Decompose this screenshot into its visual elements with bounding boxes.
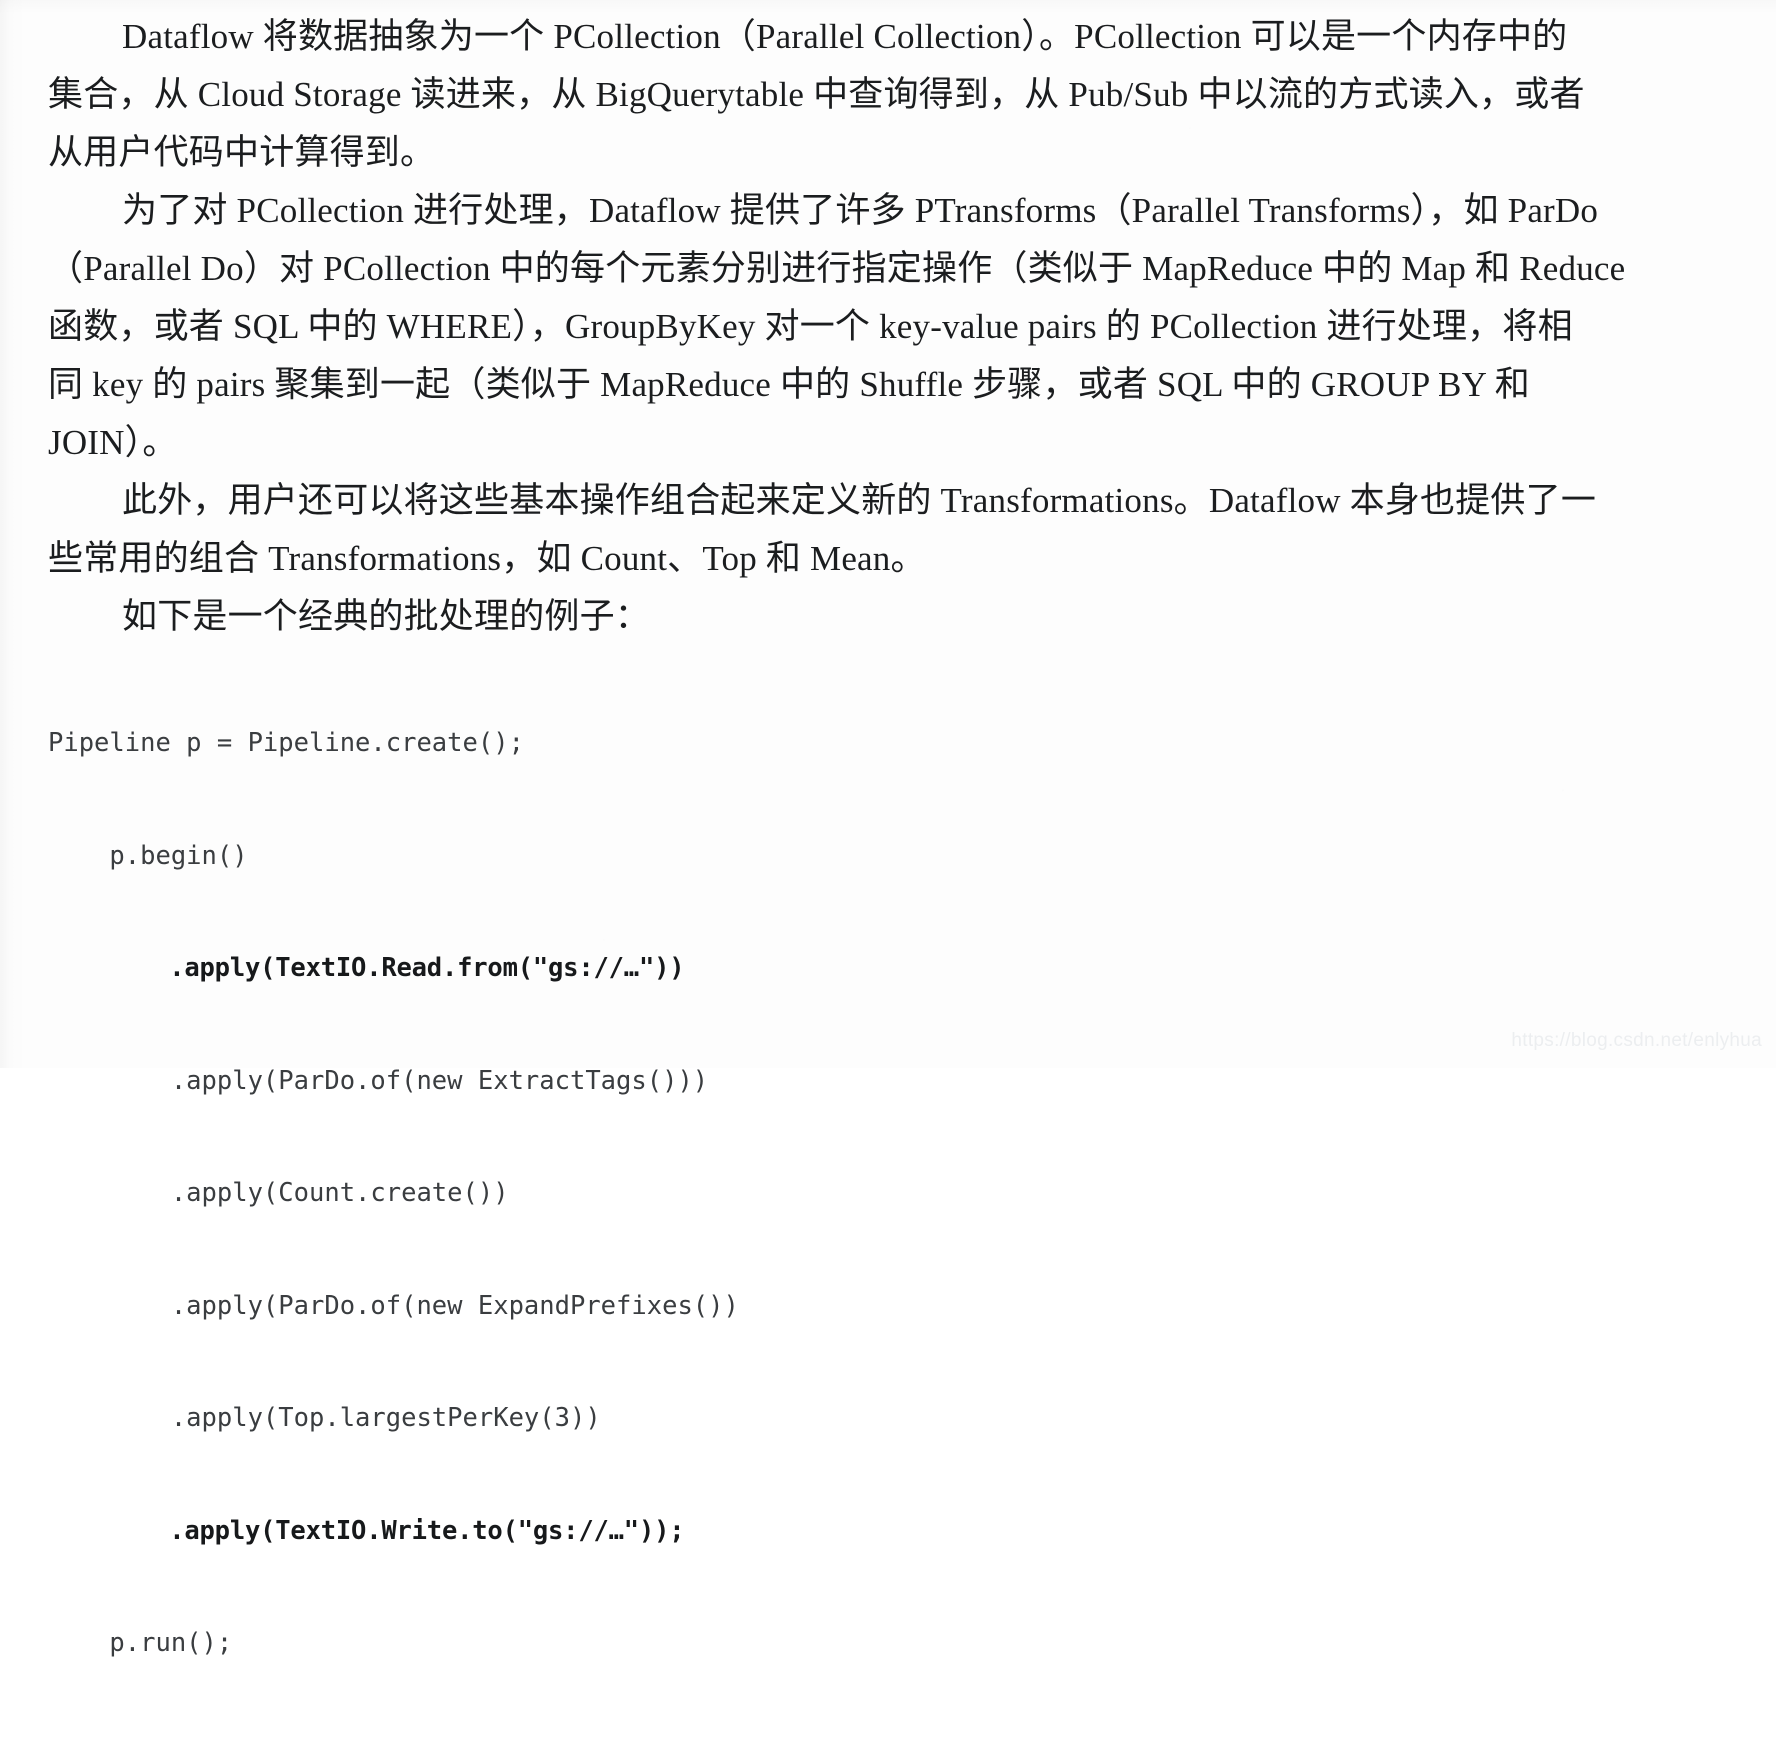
paragraph-2: 为了对 PCollection 进行处理，Dataflow 提供了许多 PTra… (48, 182, 1626, 472)
paragraph-3-line-1: 此外，用户还可以将这些基本操作组合起来定义新的 Transformations。… (122, 481, 1597, 520)
code-block: Pipeline p = Pipeline.create(); p.begin(… (48, 650, 1498, 1738)
paragraph-1: Dataflow 将数据抽象为一个 PCollection（Parallel C… (48, 8, 1585, 182)
code-line-4: .apply(ParDo.of(new ExtractTags())) (48, 1065, 709, 1096)
code-line-3: .apply(TextIO.Read.from("gs://…")) (48, 953, 685, 983)
paragraph-2-line-1: 为了对 PCollection 进行处理，Dataflow 提供了许多 PTra… (122, 191, 1599, 230)
paragraph-1-line-1: Dataflow 将数据抽象为一个 PCollection（Parallel C… (122, 17, 1568, 56)
code-line-7: .apply(Top.largestPerKey(3)) (48, 1403, 601, 1433)
paragraph-2-line-4: 同 key 的 pairs 聚集到一起（类似于 MapReduce 中的 Shu… (48, 365, 1530, 404)
paragraph-3-line-2: 些常用的组合 Transformations，如 Count、Top 和 Mea… (48, 539, 926, 578)
scanned-page: Dataflow 将数据抽象为一个 PCollection（Parallel C… (0, 0, 1776, 1658)
paragraph-2-line-2: （Parallel Do）对 PCollection 中的每个元素分别进行指定操… (48, 249, 1626, 288)
page-text-column: Dataflow 将数据抽象为一个 PCollection（Parallel C… (48, 8, 1626, 1738)
csdn-watermark: https://blog.csdn.net/enlyhua (1511, 1030, 1762, 1051)
paragraph-4-line-1: 如下是一个经典的批处理的例子： (122, 597, 651, 636)
paragraph-3: 此外，用户还可以将这些基本操作组合起来定义新的 Transformations。… (48, 472, 1597, 588)
paragraph-1-line-2: 集合，从 Cloud Storage 读进来，从 BigQuerytable 中… (48, 75, 1585, 114)
paragraph-2-line-3: 函数，或者 SQL 中的 WHERE），GroupByKey 对一个 key-v… (48, 307, 1573, 346)
code-line-1: Pipeline p = Pipeline.create(); (48, 728, 524, 758)
paragraph-4: 如下是一个经典的批处理的例子： (48, 588, 1498, 646)
code-line-5: .apply(Count.create()) (48, 1178, 509, 1208)
code-line-6: .apply(ParDo.of(new ExpandPrefixes()) (48, 1290, 739, 1321)
paragraph-2-line-5: JOIN）。 (48, 423, 178, 462)
code-line-8: .apply(TextIO.Write.to("gs://…")); (48, 1515, 685, 1546)
code-line-9: p.run(); (48, 1628, 233, 1658)
code-line-2: p.begin() (48, 840, 248, 871)
paragraph-1-line-3: 从用户代码中计算得到。 (48, 133, 436, 172)
